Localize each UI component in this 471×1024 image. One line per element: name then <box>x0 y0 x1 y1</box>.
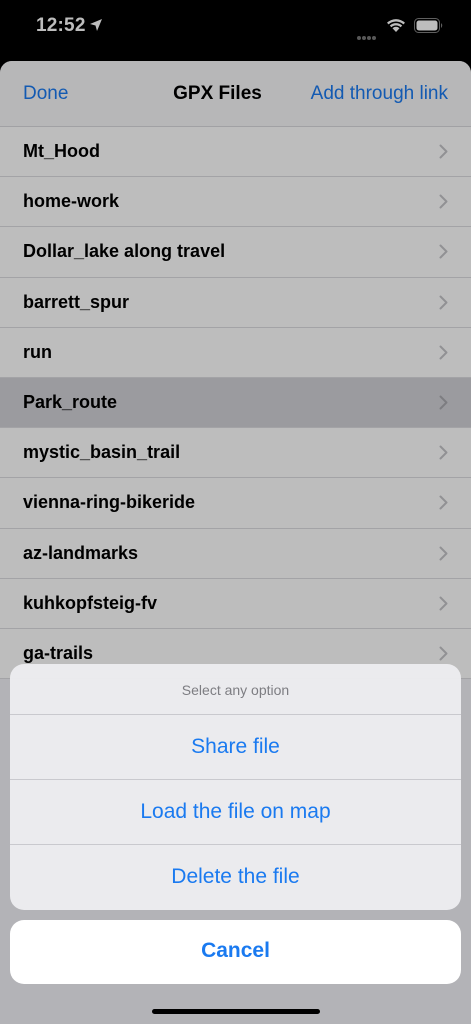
home-indicator <box>152 1009 320 1014</box>
delete-file-button[interactable]: Delete the file <box>10 845 461 910</box>
load-file-on-map-button[interactable]: Load the file on map <box>10 780 461 845</box>
action-sheet: Select any option Share file Load the fi… <box>10 664 461 910</box>
action-sheet-title: Select any option <box>10 664 461 715</box>
share-file-button[interactable]: Share file <box>10 715 461 780</box>
cancel-button[interactable]: Cancel <box>10 920 461 984</box>
